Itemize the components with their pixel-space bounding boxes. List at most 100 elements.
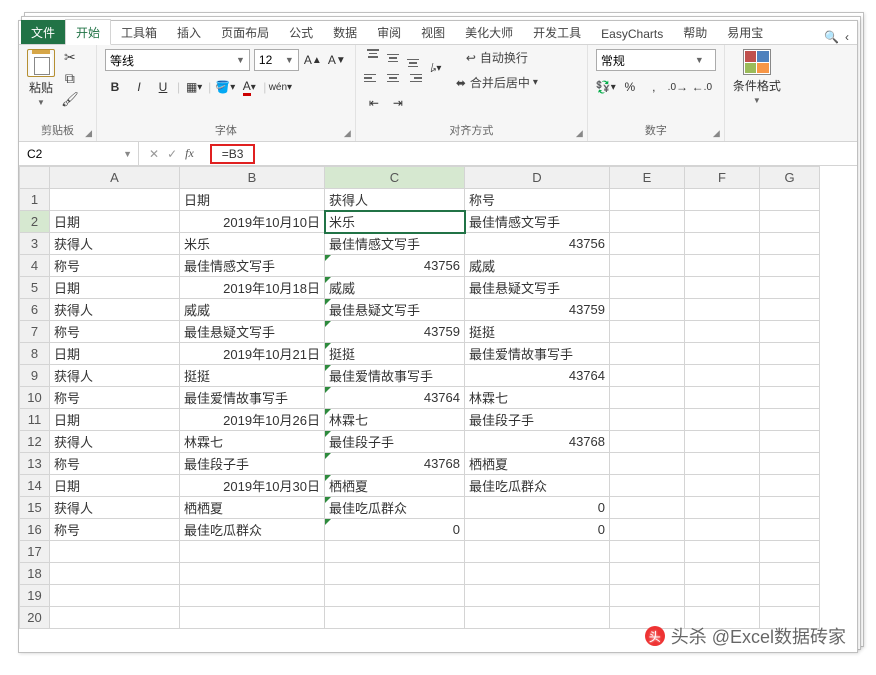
cell-G5[interactable] bbox=[760, 277, 820, 299]
tab-layout[interactable]: 页面布局 bbox=[211, 20, 279, 44]
cell-D14[interactable]: 最佳吃瓜群众 bbox=[465, 475, 610, 497]
cell-G19[interactable] bbox=[760, 585, 820, 607]
cell-F17[interactable] bbox=[685, 541, 760, 563]
cell-F19[interactable] bbox=[685, 585, 760, 607]
cell-B13[interactable]: 最佳段子手 bbox=[180, 453, 325, 475]
cell-G9[interactable] bbox=[760, 365, 820, 387]
cell-G4[interactable] bbox=[760, 255, 820, 277]
row-header[interactable]: 14 bbox=[20, 475, 50, 497]
select-all-corner[interactable] bbox=[20, 167, 50, 189]
cell-F12[interactable] bbox=[685, 431, 760, 453]
paste-button[interactable]: 粘贴 ▼ bbox=[27, 49, 55, 107]
cell-G11[interactable] bbox=[760, 409, 820, 431]
cell-A3[interactable]: 获得人 bbox=[50, 233, 180, 255]
cell-F8[interactable] bbox=[685, 343, 760, 365]
cell-C3[interactable]: 最佳情感文写手 bbox=[325, 233, 465, 255]
cell-E19[interactable] bbox=[610, 585, 685, 607]
row-header[interactable]: 9 bbox=[20, 365, 50, 387]
column-header-C[interactable]: C bbox=[325, 167, 465, 189]
cell-A18[interactable] bbox=[50, 563, 180, 585]
cell-A20[interactable] bbox=[50, 607, 180, 629]
cell-C15[interactable]: 最佳吃瓜群众 bbox=[325, 497, 465, 519]
border-button[interactable]: ▦▾ bbox=[184, 77, 204, 97]
cell-D4[interactable]: 威威 bbox=[465, 255, 610, 277]
cell-B10[interactable]: 最佳爱情故事写手 bbox=[180, 387, 325, 409]
decrease-indent-button[interactable]: ⇤ bbox=[364, 93, 384, 113]
cell-B8[interactable]: 2019年10月21日 bbox=[180, 343, 325, 365]
cell-A14[interactable]: 日期 bbox=[50, 475, 180, 497]
merge-center-button[interactable]: ⬌合并后居中▾ bbox=[456, 74, 538, 91]
cell-A12[interactable]: 获得人 bbox=[50, 431, 180, 453]
row-header[interactable]: 16 bbox=[20, 519, 50, 541]
cell-B15[interactable]: 栖栖夏 bbox=[180, 497, 325, 519]
spreadsheet-grid[interactable]: ABCDEFG1日期获得人称号2日期2019年10月10日米乐最佳情感文写手3获… bbox=[19, 166, 857, 652]
cell-F1[interactable] bbox=[685, 189, 760, 211]
row-header[interactable]: 10 bbox=[20, 387, 50, 409]
tab-easycharts[interactable]: EasyCharts bbox=[591, 23, 673, 44]
cell-B16[interactable]: 最佳吃瓜群众 bbox=[180, 519, 325, 541]
increase-decimal-button[interactable]: .0→ bbox=[668, 77, 688, 97]
cell-C2[interactable]: 米乐 bbox=[325, 211, 465, 233]
cell-D15[interactable]: 0 bbox=[465, 497, 610, 519]
cell-D7[interactable]: 挺挺 bbox=[465, 321, 610, 343]
copy-button[interactable]: ⧉ bbox=[61, 70, 79, 87]
search-icon[interactable]: 🔍 bbox=[824, 30, 839, 44]
alignment-launcher[interactable]: ◢ bbox=[576, 128, 583, 139]
row-header[interactable]: 12 bbox=[20, 431, 50, 453]
cell-F4[interactable] bbox=[685, 255, 760, 277]
cell-G3[interactable] bbox=[760, 233, 820, 255]
align-buttons[interactable] bbox=[364, 49, 422, 87]
row-header[interactable]: 3 bbox=[20, 233, 50, 255]
row-header[interactable]: 8 bbox=[20, 343, 50, 365]
tab-review[interactable]: 审阅 bbox=[367, 20, 411, 44]
cell-C13[interactable]: 43768 bbox=[325, 453, 465, 475]
cell-C5[interactable]: 威威 bbox=[325, 277, 465, 299]
cell-E1[interactable] bbox=[610, 189, 685, 211]
cell-E14[interactable] bbox=[610, 475, 685, 497]
cell-A10[interactable]: 称号 bbox=[50, 387, 180, 409]
orientation-button[interactable]: ⭞▾ bbox=[426, 58, 446, 78]
cell-C7[interactable]: 43759 bbox=[325, 321, 465, 343]
cell-A8[interactable]: 日期 bbox=[50, 343, 180, 365]
cell-F14[interactable] bbox=[685, 475, 760, 497]
cell-C4[interactable]: 43756 bbox=[325, 255, 465, 277]
cell-C8[interactable]: 挺挺 bbox=[325, 343, 465, 365]
row-header[interactable]: 17 bbox=[20, 541, 50, 563]
cell-A9[interactable]: 获得人 bbox=[50, 365, 180, 387]
cell-A5[interactable]: 日期 bbox=[50, 277, 180, 299]
cell-B3[interactable]: 米乐 bbox=[180, 233, 325, 255]
cell-B18[interactable] bbox=[180, 563, 325, 585]
cell-F10[interactable] bbox=[685, 387, 760, 409]
cell-B6[interactable]: 威威 bbox=[180, 299, 325, 321]
cell-D20[interactable] bbox=[465, 607, 610, 629]
row-header[interactable]: 1 bbox=[20, 189, 50, 211]
cell-C18[interactable] bbox=[325, 563, 465, 585]
cell-C10[interactable]: 43764 bbox=[325, 387, 465, 409]
cell-A15[interactable]: 获得人 bbox=[50, 497, 180, 519]
cell-G6[interactable] bbox=[760, 299, 820, 321]
cell-E17[interactable] bbox=[610, 541, 685, 563]
tab-help[interactable]: 帮助 bbox=[673, 20, 717, 44]
cell-A11[interactable]: 日期 bbox=[50, 409, 180, 431]
cell-G13[interactable] bbox=[760, 453, 820, 475]
cell-E11[interactable] bbox=[610, 409, 685, 431]
cell-C17[interactable] bbox=[325, 541, 465, 563]
row-header[interactable]: 18 bbox=[20, 563, 50, 585]
cell-B20[interactable] bbox=[180, 607, 325, 629]
cell-D18[interactable] bbox=[465, 563, 610, 585]
font-name-combo[interactable]: ▼ bbox=[105, 49, 250, 71]
fill-color-button[interactable]: 🪣▾ bbox=[215, 77, 235, 97]
cell-A6[interactable]: 获得人 bbox=[50, 299, 180, 321]
cell-A7[interactable]: 称号 bbox=[50, 321, 180, 343]
cell-E6[interactable] bbox=[610, 299, 685, 321]
cell-E2[interactable] bbox=[610, 211, 685, 233]
tab-yiyongbao[interactable]: 易用宝 bbox=[717, 20, 773, 44]
cell-G8[interactable] bbox=[760, 343, 820, 365]
cut-button[interactable]: ✂ bbox=[61, 49, 79, 66]
cell-E12[interactable] bbox=[610, 431, 685, 453]
cell-B9[interactable]: 挺挺 bbox=[180, 365, 325, 387]
cell-D1[interactable]: 称号 bbox=[465, 189, 610, 211]
decrease-font-button[interactable]: A▼ bbox=[327, 50, 347, 70]
cell-D8[interactable]: 最佳爱情故事写手 bbox=[465, 343, 610, 365]
row-header[interactable]: 13 bbox=[20, 453, 50, 475]
